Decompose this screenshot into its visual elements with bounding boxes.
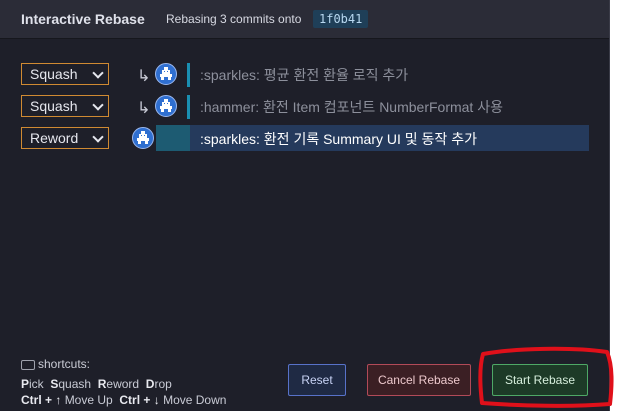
keyboard-icon [21,359,35,370]
commit-message[interactable]: :sparkles: 평균 환전 환율 로직 추가 [200,65,408,85]
action-select-value: Squash [30,98,78,114]
shortcuts-panel: shortcuts: Pick Squash Reword Drop Ctrl … [21,356,226,408]
action-select[interactable]: Squash [21,95,109,117]
onto-commit-hash[interactable]: 1f0b41 [313,10,369,28]
shortcut-label-pick: ick [29,377,44,391]
avatar [132,127,154,149]
shortcuts-actions-line: Pick Squash Reword Drop [21,376,226,392]
shortcuts-heading-line: shortcuts: [21,356,226,372]
rebase-subtitle: Rebasing 3 commits onto [166,12,302,26]
rebase-window: Interactive Rebase Rebasing 3 commits on… [0,0,610,411]
avatar-pixel-icon [137,131,149,144]
commit-message[interactable]: :hammer: 환전 Item 컴포넌트 NumberFormat 사용 [200,97,503,117]
page-title: Interactive Rebase [21,11,145,27]
shortcuts-move-line: Ctrl + ↑ Move Up Ctrl + ↓ Move Down [21,392,226,408]
squash-arrow-icon: ↳ [137,100,151,117]
shortcut-move-down-combo: Ctrl + ↓ [119,393,160,407]
chevron-down-icon [92,67,104,79]
shortcut-move-up-combo: Ctrl + ↑ [21,393,62,407]
cancel-rebase-button[interactable]: Cancel Rebase [367,364,471,396]
avatar-pixel-icon [160,67,172,80]
reset-button[interactable]: Reset [288,364,346,396]
avatar-pixel-icon [160,99,172,112]
action-select[interactable]: Squash [21,63,109,85]
squash-arrow-icon: ↳ [137,68,151,85]
shortcut-label-squash: quash [58,377,92,391]
shortcut-label-reword: eword [106,377,140,391]
commit-row-1: Squash ↳ :sparkles: 평균 환전 환율 로직 추가 [0,63,609,89]
shortcut-move-down-label: Move Down [163,393,227,407]
chevron-down-icon [92,99,104,111]
chevron-down-icon [92,131,104,143]
commit-message[interactable]: :sparkles: 환전 기록 Summary UI 및 동작 추가 [200,129,477,149]
shortcuts-heading: shortcuts: [38,357,91,371]
commit-bar [187,63,190,87]
commit-row-3: Reword :sparkles: 환전 기록 Summary UI 및 동작 … [0,125,609,153]
action-select-value: Reword [30,130,79,146]
action-select[interactable]: Reword [21,127,109,149]
action-select-value: Squash [30,66,78,82]
commit-row-2: Squash ↳ :hammer: 환전 Item 컴포넌트 NumberFor… [0,95,609,121]
rebase-header: Interactive Rebase Rebasing 3 commits on… [0,0,609,39]
avatar [155,95,177,117]
active-row-teal [156,125,190,151]
commit-bar [187,95,190,119]
shortcut-key-pick: P [21,377,30,391]
shortcut-label-drop: rop [154,377,172,391]
shortcut-move-up-label: Move Up [64,393,113,407]
avatar [155,63,177,85]
start-rebase-button[interactable]: Start Rebase [492,364,588,396]
